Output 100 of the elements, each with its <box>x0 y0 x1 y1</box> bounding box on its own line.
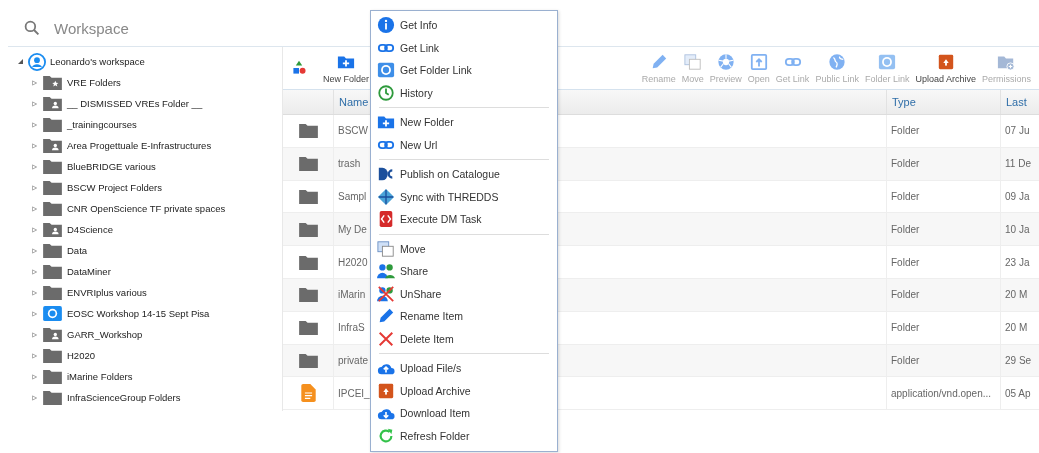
folder-icon <box>43 159 62 174</box>
folder-icon <box>43 348 62 363</box>
tree-item[interactable]: DataMiner <box>67 266 111 277</box>
folder-icon <box>298 123 318 139</box>
folder-icon <box>43 390 62 405</box>
shared-folder-icon <box>43 138 62 153</box>
tree-item[interactable]: Leonardo's workspace <box>50 56 145 67</box>
archive-icon <box>377 381 395 400</box>
tree-item[interactable]: Area Progettuale E-Infrastructures <box>67 140 212 151</box>
expand-arrow-icon[interactable] <box>30 331 38 338</box>
menu-item[interactable]: Sync with THREDDS <box>371 185 557 208</box>
table-cell: 29 Se <box>1000 344 1039 377</box>
tree-item[interactable]: _trainingcourses <box>67 119 137 130</box>
new-folder-button[interactable]: New Folder <box>323 52 369 84</box>
table-cell: Folder <box>886 279 1000 311</box>
folder-icon <box>298 320 318 336</box>
folder-icon <box>43 201 62 216</box>
table-cell: Folder <box>886 246 1000 278</box>
folder-icon <box>43 285 62 300</box>
toolbar-button[interactable]: Upload Archive <box>915 52 976 84</box>
globe-folder-icon <box>878 52 897 71</box>
tree-item[interactable]: Data <box>67 245 88 256</box>
shared-folder-icon <box>43 96 62 111</box>
folder-icon <box>43 243 62 258</box>
tree-item[interactable]: BlueBRIDGE various <box>67 161 156 172</box>
tree-item[interactable]: H2020 <box>67 350 95 361</box>
expand-arrow-icon[interactable] <box>30 79 38 86</box>
move-icon <box>683 52 702 71</box>
table-cell: Folder <box>886 344 1000 377</box>
table-cell: application/vnd.open... <box>886 377 1000 410</box>
expand-arrow-icon[interactable] <box>30 100 38 107</box>
menu-item[interactable]: Refresh Folder <box>371 424 557 447</box>
folder-icon <box>298 156 318 172</box>
expand-arrow-icon[interactable] <box>30 184 38 191</box>
expand-arrow-icon[interactable] <box>30 226 38 233</box>
expand-arrow-icon[interactable] <box>30 394 38 401</box>
menu-item[interactable]: Get Link <box>371 36 557 59</box>
expand-arrow-icon[interactable] <box>30 247 38 254</box>
column-header[interactable]: Type <box>886 90 1000 114</box>
expand-arrow-icon[interactable] <box>30 163 38 170</box>
expand-arrow-icon[interactable] <box>30 352 38 359</box>
tree-item[interactable]: VRE Folders <box>67 77 121 88</box>
tree-item[interactable]: GARR_Workshop <box>67 329 143 340</box>
folder-icon <box>43 369 62 384</box>
aperture-icon <box>716 52 735 71</box>
sync-icon <box>377 187 395 206</box>
tree-item[interactable]: __ DISMISSED VREs Folder __ <box>67 98 203 109</box>
menu-item[interactable]: Get Folder Link <box>371 59 557 82</box>
shapes-icon[interactable] <box>291 60 307 76</box>
document-icon <box>300 384 316 403</box>
table-cell: Folder <box>886 213 1000 246</box>
collapse-arrow-icon[interactable] <box>16 59 24 64</box>
table-cell: 10 Ja <box>1000 213 1039 246</box>
search-icon <box>24 20 40 36</box>
menu-item[interactable]: Get Info <box>371 14 557 37</box>
archive-icon <box>936 52 955 71</box>
task-icon <box>377 210 395 229</box>
tree-item[interactable]: EOSC Workshop 14-15 Sept Pisa <box>67 308 210 319</box>
folder-icon <box>298 254 318 270</box>
menu-item[interactable]: Upload Archive <box>371 379 557 402</box>
expand-arrow-icon[interactable] <box>30 268 38 275</box>
tree-item[interactable]: ENVRIplus various <box>67 287 147 298</box>
table-cell: 20 M <box>1000 311 1039 344</box>
shared-folder-icon <box>43 222 62 237</box>
table-cell: 11 De <box>1000 147 1039 180</box>
globe-folder-icon <box>377 61 395 80</box>
delete-icon <box>377 329 395 348</box>
tree-item[interactable]: BSCW Project Folders <box>67 182 163 193</box>
folder-icon <box>43 264 62 279</box>
menu-item[interactable]: UnShare <box>371 282 557 305</box>
tree-item[interactable]: InfraScienceGroup Folders <box>67 392 181 403</box>
people-icon <box>377 262 395 281</box>
move-icon <box>377 239 395 258</box>
star-folder-icon <box>43 75 62 90</box>
menu-item[interactable]: Upload File/s <box>371 357 557 380</box>
info-icon <box>377 16 395 35</box>
tree-item[interactable]: D4Science <box>67 224 113 235</box>
expand-arrow-icon[interactable] <box>30 310 38 317</box>
table-cell: 07 Ju <box>1000 115 1039 147</box>
column-header[interactable]: Last <box>1000 90 1039 114</box>
table-cell: Folder <box>886 311 1000 344</box>
user-avatar-icon <box>28 52 46 71</box>
folder-icon <box>298 352 318 368</box>
table-cell: 20 M <box>1000 279 1039 311</box>
expand-arrow-icon[interactable] <box>30 121 38 128</box>
folder-icon <box>298 221 318 237</box>
tree-item[interactable]: iMarine Folders <box>67 371 133 382</box>
table-cell: 09 Ja <box>1000 180 1039 213</box>
globe-folder-icon <box>43 306 62 321</box>
expand-arrow-icon[interactable] <box>30 205 38 212</box>
table-cell: 23 Ja <box>1000 246 1039 278</box>
expand-arrow-icon[interactable] <box>30 142 38 149</box>
refresh-icon <box>377 426 395 445</box>
expand-arrow-icon[interactable] <box>30 373 38 380</box>
table-cell: 05 Ap <box>1000 377 1039 410</box>
tree-item[interactable]: CNR OpenScience TF private spaces <box>67 203 226 214</box>
table-cell: Folder <box>886 147 1000 180</box>
expand-arrow-icon[interactable] <box>30 289 38 296</box>
table-cell: Folder <box>886 180 1000 213</box>
open-icon <box>749 52 768 71</box>
